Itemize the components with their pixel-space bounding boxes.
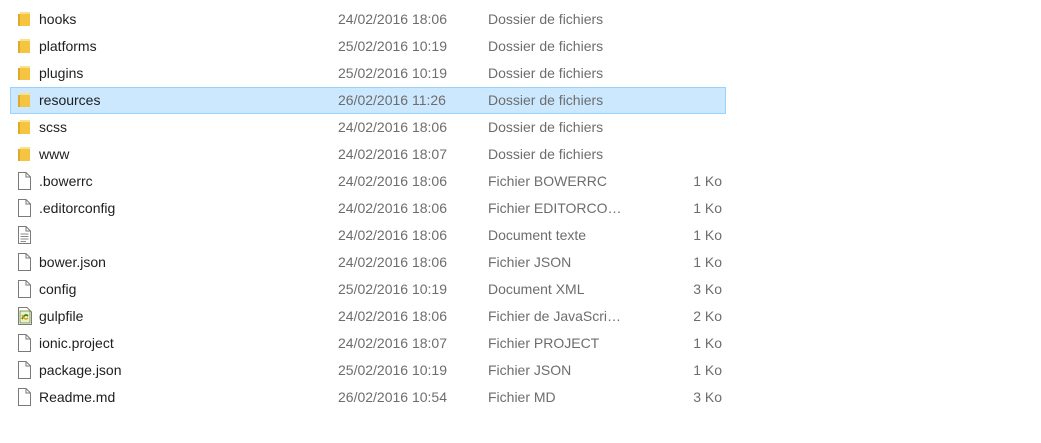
file-name: scss	[39, 119, 67, 135]
file-name: platforms	[39, 38, 97, 54]
file-size: 2 Ko	[693, 308, 722, 324]
file-type: Dossier de fichiers	[488, 92, 604, 108]
file-type: Dossier de fichiers	[488, 146, 604, 162]
file-size: 1 Ko	[693, 227, 722, 243]
file-type: Fichier de JavaScri…	[488, 308, 622, 324]
list-item[interactable]: plugins 25/02/2016 10:19 Dossier de fichie…	[10, 60, 726, 87]
folder-icon	[17, 37, 35, 57]
folder-icon	[17, 145, 35, 165]
file-type: Dossier de fichiers	[488, 119, 604, 135]
file-name: package.json	[39, 362, 122, 378]
file-name: config	[39, 281, 77, 297]
date-modified: 24/02/2016 18:07	[338, 335, 447, 351]
date-modified: 25/02/2016 10:19	[338, 65, 447, 81]
file-size: 3 Ko	[693, 281, 722, 297]
date-modified: 24/02/2016 18:06	[338, 119, 447, 135]
list-item[interactable]: package.json 25/02/2016 10:19 Fichier JSON…	[10, 357, 726, 384]
date-modified: 24/02/2016 18:06	[338, 308, 447, 324]
file-icon	[17, 334, 35, 354]
file-icon	[17, 253, 35, 273]
file-type: Document texte	[488, 227, 587, 243]
file-type: Fichier MD	[488, 389, 556, 405]
javascript-file-icon	[17, 307, 35, 327]
file-icon	[17, 199, 35, 219]
date-modified: 25/02/2016 10:19	[338, 362, 447, 378]
list-item[interactable]: Readme.md 26/02/2016 10:54 Fichier MD 3 Ko	[10, 384, 726, 411]
file-name: plugins	[39, 65, 84, 81]
list-item[interactable]: .bowerrc 24/02/2016 18:06 Fichier BOWERRC 1…	[10, 168, 726, 195]
file-icon	[17, 361, 35, 381]
file-icon	[17, 280, 35, 300]
file-type: Fichier PROJECT	[488, 335, 600, 351]
file-name: ionic.project	[39, 335, 114, 351]
text-file-icon	[17, 226, 35, 246]
folder-icon	[17, 118, 35, 138]
date-modified: 24/02/2016 18:06	[338, 254, 447, 270]
file-name: www	[39, 146, 70, 162]
list-item[interactable]: ionic.project 24/02/2016 18:07 Fichier PRO…	[10, 330, 726, 357]
file-name: Readme.md	[39, 389, 116, 405]
file-name: .bowerrc	[39, 173, 93, 189]
file-size: 1 Ko	[693, 335, 722, 351]
date-modified: 24/02/2016 18:07	[338, 146, 447, 162]
file-name: bower.json	[39, 254, 106, 270]
folder-icon	[17, 64, 35, 84]
file-icon	[17, 388, 35, 408]
list-item[interactable]: scss 24/02/2016 18:06 Dossier de fichiers	[10, 114, 726, 141]
file-list: hooks 24/02/2016 18:06 Dossier de fichiers…	[10, 6, 726, 411]
list-item[interactable]: www 24/02/2016 18:07 Dossier de fichiers	[10, 141, 726, 168]
list-item[interactable]: bower.json 24/02/2016 18:06 Fichier JSON 1 …	[10, 249, 726, 276]
date-modified: 26/02/2016 11:26	[338, 92, 446, 108]
file-type: Document XML	[488, 281, 585, 297]
date-modified: 25/02/2016 10:19	[338, 38, 447, 54]
file-size: 3 Ko	[693, 389, 722, 405]
file-name: hooks	[39, 11, 77, 27]
date-modified: 24/02/2016 18:06	[338, 227, 447, 243]
file-type: Fichier JSON	[488, 362, 572, 378]
list-item[interactable]: resources 26/02/2016 11:26 Dossier de fich…	[10, 87, 726, 114]
file-name: resources	[39, 92, 101, 108]
list-item[interactable]: .editorconfig 24/02/2016 18:06 Fichier EDI…	[10, 195, 726, 222]
folder-icon	[17, 91, 35, 111]
list-item[interactable]: gulpfile 24/02/2016 18:06 Fichier de JavaS…	[10, 303, 726, 330]
date-modified: 24/02/2016 18:06	[338, 173, 447, 189]
file-size: 1 Ko	[693, 200, 722, 216]
file-type: Dossier de fichiers	[488, 65, 604, 81]
date-modified: 26/02/2016 10:54	[338, 389, 447, 405]
list-item[interactable]: hooks 24/02/2016 18:06 Dossier de fichiers	[10, 6, 726, 33]
list-item[interactable]: 24/02/2016 18:06 Document texte 1 Ko	[10, 222, 726, 249]
file-size: 1 Ko	[693, 173, 722, 189]
file-name: .editorconfig	[39, 200, 116, 216]
list-item[interactable]: config 25/02/2016 10:19 Document XML 3 Ko	[10, 276, 726, 303]
date-modified: 24/02/2016 18:06	[338, 200, 447, 216]
file-type: Dossier de fichiers	[488, 11, 604, 27]
file-type: Dossier de fichiers	[488, 38, 604, 54]
date-modified: 24/02/2016 18:06	[338, 11, 447, 27]
file-size: 1 Ko	[693, 362, 722, 378]
file-icon	[17, 172, 35, 192]
date-modified: 25/02/2016 10:19	[338, 281, 447, 297]
file-type: Fichier JSON	[488, 254, 572, 270]
file-size: 1 Ko	[693, 254, 722, 270]
file-type: Fichier EDITORCO…	[488, 200, 622, 216]
folder-icon	[17, 10, 35, 30]
file-type: Fichier BOWERRC	[488, 173, 608, 189]
list-item[interactable]: platforms 25/02/2016 10:19 Dossier de fich…	[10, 33, 726, 60]
file-name: gulpfile	[39, 308, 84, 324]
